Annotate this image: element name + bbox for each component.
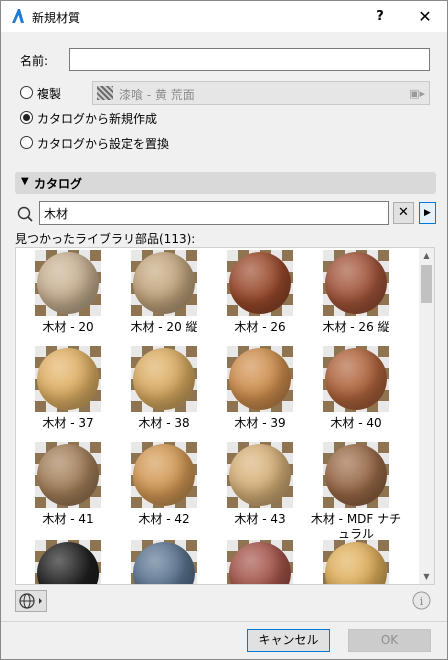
window-title: 新規材質 [32, 11, 81, 25]
library-item[interactable] [20, 540, 116, 584]
found-count-label: 見つかったライブラリ部品(113): [15, 232, 196, 246]
info-icon[interactable]: i [411, 590, 432, 611]
material-sphere [325, 444, 387, 506]
material-thumbnail [323, 540, 389, 584]
scroll-up-icon[interactable]: ▲ [419, 248, 434, 263]
library-parts-list[interactable]: 木材 - 20 木材 - 20 縦 木材 - 26 木材 - 26 縦木材 - 37 木… [15, 247, 435, 585]
material-sphere [37, 252, 99, 314]
material-thumbnail [323, 250, 389, 316]
library-item[interactable]: 木材 - 42 [116, 442, 212, 527]
material-sphere [229, 348, 291, 410]
new-material-dialog: 新規材質 ? ✕ 名前: 複製 漆喰 - 黄 荒面 ▣▸ カタログから新規作成 … [0, 0, 448, 660]
material-sphere [133, 542, 195, 584]
library-item[interactable]: 木材 - 38 [116, 346, 212, 431]
library-item-label: 木材 - 37 [42, 416, 94, 430]
material-sphere [37, 542, 99, 584]
library-item-label: 木材 - 26 縦 [322, 320, 390, 334]
material-thumbnail [131, 346, 197, 412]
material-thumbnail [35, 442, 101, 508]
library-item-label: 木材 - 20 縦 [130, 320, 198, 334]
library-item[interactable]: 木材 - 41 [20, 442, 116, 527]
library-item-label: 木材 - 20 [42, 320, 94, 334]
library-item-label: 木材 - 41 [42, 512, 94, 526]
material-sphere [133, 348, 195, 410]
library-scrollbar[interactable]: ▲ ▼ [419, 248, 434, 584]
radio-duplicate-label: 複製 [37, 87, 62, 101]
library-item[interactable]: 木材 - 26 縦 [308, 250, 404, 335]
library-item-label: 木材 - 42 [138, 512, 190, 526]
material-thumbnail [227, 250, 293, 316]
material-thumbnail [35, 250, 101, 316]
close-button[interactable]: ✕ [403, 1, 447, 32]
library-item[interactable]: 木材 - 20 縦 [116, 250, 212, 335]
name-input[interactable] [69, 48, 430, 71]
material-thumbnail [323, 442, 389, 508]
material-thumbnail [131, 442, 197, 508]
globe-icon [19, 593, 42, 609]
library-item-label: 木材 - 40 [330, 416, 382, 430]
material-sphere [229, 444, 291, 506]
library-item-label: 木材 - 43 [234, 512, 286, 526]
radio-replace-from-catalog[interactable] [20, 136, 33, 149]
material-thumbnail [227, 442, 293, 508]
radio-new-from-catalog[interactable] [20, 111, 33, 124]
catalog-search-input[interactable] [39, 201, 389, 225]
material-thumbnail [131, 540, 197, 584]
material-thumbnail [35, 346, 101, 412]
title-bar: 新規材質 ? ✕ [1, 1, 447, 32]
library-item[interactable]: 木材 - 40 [308, 346, 404, 431]
material-sphere [325, 252, 387, 314]
library-item-label: 木材 - MDF ナチュラル [310, 512, 402, 541]
material-swatch-icon [97, 86, 113, 100]
footer-divider [1, 621, 447, 622]
radio-duplicate[interactable] [20, 86, 33, 99]
material-sphere [37, 444, 99, 506]
cancel-button[interactable]: キャンセル [247, 629, 330, 652]
catalog-section-header[interactable]: ▼ カタログ [15, 172, 436, 194]
library-item[interactable]: 木材 - 26 [212, 250, 308, 335]
picture-icon: ▣▸ [409, 87, 425, 100]
material-thumbnail [131, 250, 197, 316]
material-sphere [325, 542, 387, 584]
search-icon [17, 206, 33, 222]
help-button[interactable]: ? [358, 1, 402, 32]
library-item[interactable]: 木材 - 37 [20, 346, 116, 431]
material-thumbnail [227, 346, 293, 412]
ok-button[interactable]: OK [348, 629, 431, 652]
library-item[interactable]: 木材 - 43 [212, 442, 308, 527]
duplicate-value: 漆喰 - 黄 荒面 [119, 88, 195, 102]
material-sphere [37, 348, 99, 410]
globe-menu-button[interactable] [15, 590, 47, 612]
collapse-triangle-icon: ▼ [21, 176, 29, 187]
radio-replace-from-catalog-label: カタログから設定を置換 [37, 137, 170, 151]
library-item-label: 木材 - 26 [234, 320, 286, 334]
material-thumbnail [227, 540, 293, 584]
library-item-label: 木材 - 39 [234, 416, 286, 430]
material-sphere [229, 252, 291, 314]
library-item[interactable] [308, 540, 404, 584]
library-item[interactable]: 木材 - 20 [20, 250, 116, 335]
svg-text:i: i [420, 595, 424, 608]
duplicate-select: 漆喰 - 黄 荒面 ▣▸ [92, 81, 430, 105]
clear-search-button[interactable]: ✕ [393, 202, 414, 224]
scroll-thumb[interactable] [421, 265, 432, 303]
library-item[interactable] [212, 540, 308, 584]
app-icon [10, 8, 26, 24]
library-item[interactable] [116, 540, 212, 584]
material-sphere [325, 348, 387, 410]
search-go-button[interactable]: ▶ [419, 202, 436, 224]
catalog-section-label: カタログ [34, 177, 83, 191]
material-thumbnail [323, 346, 389, 412]
radio-new-from-catalog-label: カタログから新規作成 [37, 112, 158, 126]
library-item-label: 木材 - 38 [138, 416, 190, 430]
material-sphere [133, 444, 195, 506]
material-thumbnail [35, 540, 101, 584]
material-sphere [133, 252, 195, 314]
material-sphere [229, 542, 291, 584]
scroll-down-icon[interactable]: ▼ [419, 569, 434, 584]
name-label: 名前: [20, 54, 49, 68]
library-item[interactable]: 木材 - 39 [212, 346, 308, 431]
library-item[interactable]: 木材 - MDF ナチュラル [308, 442, 404, 542]
